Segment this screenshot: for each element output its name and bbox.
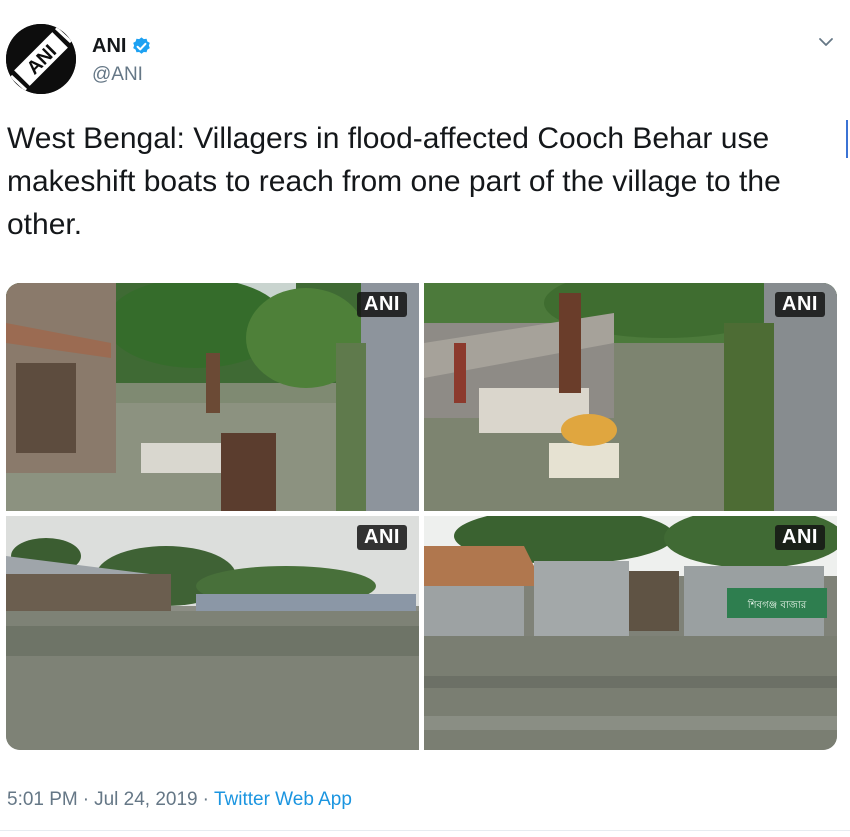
user-handle[interactable]: @ANI bbox=[92, 64, 143, 86]
ani-watermark: ANI bbox=[775, 525, 825, 550]
ani-watermark: ANI bbox=[357, 292, 407, 317]
photo-1[interactable]: ANI bbox=[6, 283, 419, 511]
photo-2[interactable]: ANI bbox=[424, 283, 837, 511]
ani-watermark: ANI bbox=[775, 292, 825, 317]
tweet-date[interactable]: Jul 24, 2019 bbox=[94, 789, 198, 811]
tweet-source-link[interactable]: Twitter Web App bbox=[214, 789, 352, 811]
display-name[interactable]: ANI bbox=[92, 35, 126, 58]
photo-3[interactable]: ANI bbox=[6, 516, 419, 750]
meta-separator: · bbox=[82, 789, 90, 810]
chevron-down-icon[interactable] bbox=[816, 32, 836, 52]
tweet-time[interactable]: 5:01 PM bbox=[7, 789, 78, 811]
ani-watermark: ANI bbox=[357, 525, 407, 550]
tweet: ANI ANI @ANI West Bengal: Villagers in f… bbox=[0, 0, 850, 837]
author-name-row: ANI bbox=[92, 33, 152, 59]
verified-badge-icon bbox=[131, 36, 152, 57]
tweet-meta: 5:01 PM · Jul 24, 2019 · Twitter Web App bbox=[7, 789, 352, 811]
photo-4[interactable]: শিবগঞ্জ বাজার ANI bbox=[424, 516, 837, 750]
shop-sign-text: শিবগঞ্জ বাজার bbox=[747, 599, 807, 611]
media-grid: ANI ANI ANI শিবগঞ্জ বাজার ANI bbox=[6, 283, 837, 750]
text-cursor bbox=[846, 120, 848, 158]
ani-logo-icon: ANI bbox=[6, 24, 76, 94]
meta-separator: · bbox=[202, 789, 209, 810]
divider bbox=[0, 830, 850, 831]
avatar[interactable]: ANI bbox=[6, 24, 76, 94]
tweet-text: West Bengal: Villagers in flood-affected… bbox=[7, 122, 781, 241]
